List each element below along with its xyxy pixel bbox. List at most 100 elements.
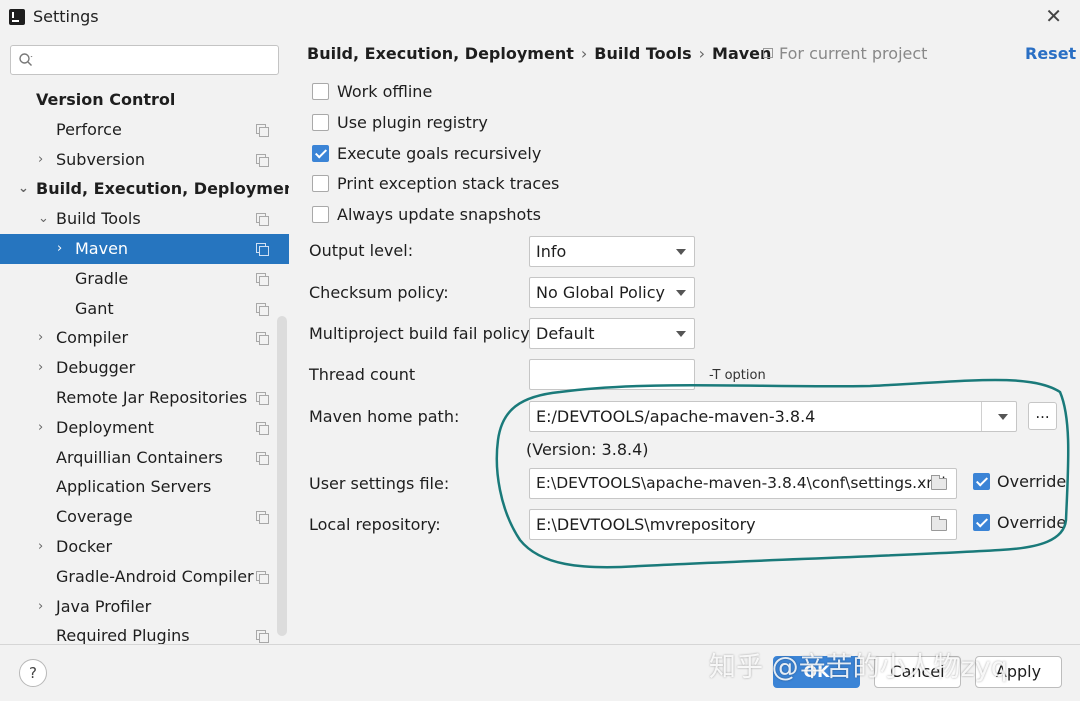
title-bar: Settings ✕ [0,0,1080,34]
local-repository-input[interactable]: E:\DEVTOOLS\mvrepository [529,509,957,540]
chevron-right-icon[interactable]: › [38,145,43,175]
project-scope-icon [256,123,269,137]
sidebar-item-label: Debugger [56,358,136,378]
sidebar-item-arquillian-containers[interactable]: Arquillian Containers [0,443,289,473]
sidebar-item-docker[interactable]: › Docker [0,532,289,562]
sidebar-item-label: Remote Jar Repositories [56,387,248,407]
chevron-down-icon[interactable]: ⌄ [18,174,29,204]
sidebar-item-label: Build Tools [56,209,141,229]
chevron-down-icon[interactable]: ⌄ [38,204,49,234]
sidebar-item-coverage[interactable]: Coverage [0,502,289,532]
folder-icon[interactable] [931,475,947,490]
dropdown-arrow-icon [998,414,1008,420]
breadcrumb-item[interactable]: Build Tools [594,44,691,63]
cancel-button[interactable]: Cancel [874,656,961,688]
sidebar-item-build-tools[interactable]: ⌄ Build Tools [0,204,289,234]
project-scope-icon [256,570,269,584]
sidebar-item-java-profiler[interactable]: › Java Profiler [0,592,289,622]
sidebar-item-label: Build, Execution, Deployment [36,179,303,199]
sidebar-item-build-execution-deployment[interactable]: ⌄ Build, Execution, Deployment [0,174,303,204]
dropdown-arrow-icon [676,290,686,296]
sidebar-item-label: Gant [75,298,114,318]
apply-button[interactable]: Apply [975,656,1062,688]
sidebar-item-gradle[interactable]: Gradle [0,264,289,294]
checkbox-label: Use plugin registry [337,113,488,132]
maven-home-select[interactable]: E:/DEVTOOLS/apache-maven-3.8.4 [529,401,1017,432]
sidebar-item-deployment[interactable]: › Deployment [0,413,289,443]
checkbox-box[interactable] [973,473,990,490]
thread-count-input[interactable] [529,359,695,390]
checksum-policy-select[interactable]: No Global Policy [529,277,695,308]
close-icon[interactable]: ✕ [1045,4,1062,28]
dialog-footer: ? OK Cancel Apply 知乎 @辛苦的小人物zyq [0,644,1080,701]
combo-divider [981,402,982,431]
thread-count-label: Thread count [309,365,416,384]
sidebar-item-subversion[interactable]: › Subversion [0,145,289,175]
project-scope-icon [763,48,773,58]
breadcrumb-separator: › [580,44,588,63]
checkbox-label: Execute goals recursively [337,144,542,163]
checksum-policy-value: No Global Policy [536,283,665,302]
chevron-right-icon[interactable]: › [38,413,43,443]
checkbox-box[interactable] [312,175,329,192]
sidebar-item-version-control[interactable]: Version Control [0,85,289,115]
maven-version-text: (Version: 3.8.4) [526,440,649,459]
chevron-right-icon[interactable]: › [38,353,43,383]
sidebar-item-label: Version Control [36,90,176,109]
override-label: Override [997,472,1067,491]
checkbox-label: Work offline [337,82,433,101]
breadcrumb-separator: › [698,44,706,63]
project-scope-icon [256,391,269,405]
output-level-select[interactable]: Info [529,236,695,267]
sidebar-item-label: Java Profiler [56,596,152,616]
folder-icon[interactable] [931,516,947,531]
chevron-right-icon[interactable]: › [38,532,43,562]
sidebar-item-gradle-android-compiler[interactable]: Gradle-Android Compiler [0,562,289,592]
sidebar-item-label: Perforce [56,119,122,139]
sidebar-item-perforce[interactable]: Perforce [0,115,289,145]
sidebar-item-label: Gradle-Android Compiler [56,566,254,586]
reset-link[interactable]: Reset [1025,44,1076,63]
settings-sidebar: Version Control Perforce › Subversion ⌄ Build… [0,34,303,645]
help-button[interactable]: ? [19,659,47,687]
window-title: Settings [33,7,99,26]
sidebar-item-label: Subversion [56,149,146,169]
sidebar-item-compiler[interactable]: › Compiler [0,323,289,353]
sidebar-item-remote-jar-repositories[interactable]: Remote Jar Repositories [0,383,289,413]
sidebar-item-label: Deployment [56,417,154,437]
fail-policy-select[interactable]: Default [529,318,695,349]
override-label: Override [997,513,1067,532]
chevron-right-icon[interactable]: › [57,234,62,264]
search-input[interactable] [10,45,279,75]
sidebar-scrollbar[interactable] [277,316,287,636]
app-logo-icon [9,9,25,25]
output-level-label: Output level: [309,241,414,260]
project-scope-icon [256,630,269,644]
sidebar-item-gant[interactable]: Gant [0,294,289,324]
project-scope-icon [256,511,269,525]
dropdown-arrow-icon [676,249,686,255]
project-scope-icon [256,153,269,167]
dropdown-arrow-icon [676,331,686,337]
chevron-right-icon[interactable]: › [38,323,43,353]
project-scope-icon [256,213,269,227]
breadcrumb-item[interactable]: Build, Execution, Deployment [307,44,574,63]
sidebar-item-debugger[interactable]: › Debugger [0,353,289,383]
sidebar-item-maven[interactable]: › Maven [0,233,289,264]
local-repository-value: E:\DEVTOOLS\mvrepository [536,515,756,534]
checkbox-box[interactable] [312,145,329,162]
ok-button[interactable]: OK [773,656,860,688]
checkbox-box[interactable] [973,514,990,531]
checkbox-box[interactable] [312,206,329,223]
user-settings-input[interactable]: E:\DEVTOOLS\apache-maven-3.8.4\conf\sett… [529,468,957,499]
maven-home-value: E:/DEVTOOLS/apache-maven-3.8.4 [536,407,816,426]
checkbox-box[interactable] [312,83,329,100]
project-scope-icon [256,302,269,316]
sidebar-item-label: Docker [56,536,113,556]
maven-home-browse-button[interactable]: ... [1028,402,1057,430]
sidebar-item-application-servers[interactable]: Application Servers [0,472,289,502]
sidebar-item-label: Arquillian Containers [56,447,223,467]
chevron-right-icon[interactable]: › [38,592,43,622]
fail-policy-label: Multiproject build fail policy: [309,324,534,343]
checkbox-box[interactable] [312,114,329,131]
